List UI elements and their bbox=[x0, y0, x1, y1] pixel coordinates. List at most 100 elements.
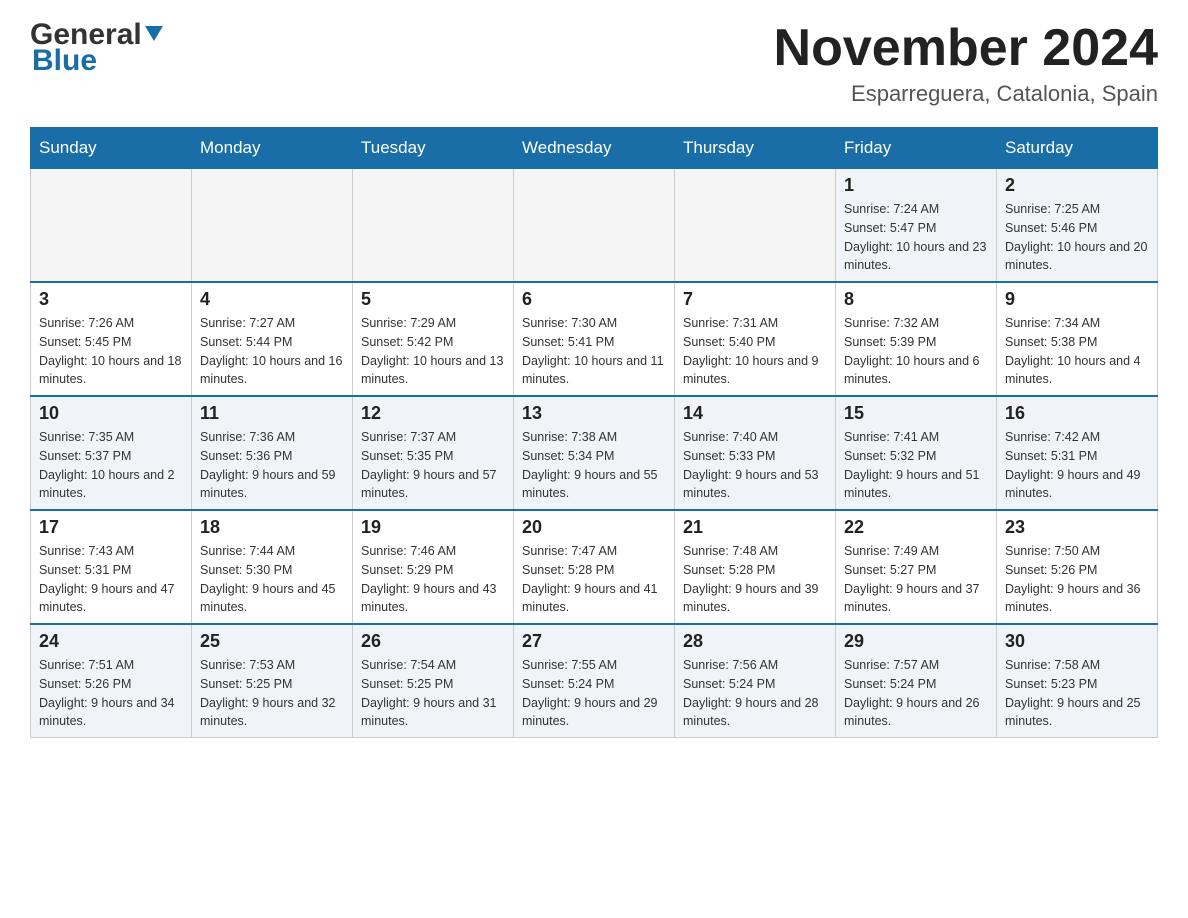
cell-week5-day3: 27 Sunrise: 7:55 AMSunset: 5:24 PMDaylig… bbox=[514, 624, 675, 738]
day-info: Sunrise: 7:54 AMSunset: 5:25 PMDaylight:… bbox=[361, 658, 497, 728]
cell-week2-day3: 6 Sunrise: 7:30 AMSunset: 5:41 PMDayligh… bbox=[514, 282, 675, 396]
day-number: 18 bbox=[200, 517, 344, 538]
cell-week3-day1: 11 Sunrise: 7:36 AMSunset: 5:36 PMDaylig… bbox=[192, 396, 353, 510]
week-row-2: 3 Sunrise: 7:26 AMSunset: 5:45 PMDayligh… bbox=[31, 282, 1158, 396]
cell-week1-day2 bbox=[353, 169, 514, 283]
day-info: Sunrise: 7:30 AMSunset: 5:41 PMDaylight:… bbox=[522, 316, 664, 386]
day-number: 29 bbox=[844, 631, 988, 652]
day-number: 27 bbox=[522, 631, 666, 652]
day-number: 28 bbox=[683, 631, 827, 652]
day-number: 13 bbox=[522, 403, 666, 424]
cell-week1-day0 bbox=[31, 169, 192, 283]
day-number: 21 bbox=[683, 517, 827, 538]
day-number: 4 bbox=[200, 289, 344, 310]
day-info: Sunrise: 7:29 AMSunset: 5:42 PMDaylight:… bbox=[361, 316, 503, 386]
cell-week3-day3: 13 Sunrise: 7:38 AMSunset: 5:34 PMDaylig… bbox=[514, 396, 675, 510]
week-row-3: 10 Sunrise: 7:35 AMSunset: 5:37 PMDaylig… bbox=[31, 396, 1158, 510]
header: General Blue November 2024 Esparreguera,… bbox=[30, 20, 1158, 107]
cell-week3-day2: 12 Sunrise: 7:37 AMSunset: 5:35 PMDaylig… bbox=[353, 396, 514, 510]
day-number: 20 bbox=[522, 517, 666, 538]
day-number: 5 bbox=[361, 289, 505, 310]
day-number: 30 bbox=[1005, 631, 1149, 652]
cell-week5-day5: 29 Sunrise: 7:57 AMSunset: 5:24 PMDaylig… bbox=[836, 624, 997, 738]
cell-week2-day6: 9 Sunrise: 7:34 AMSunset: 5:38 PMDayligh… bbox=[997, 282, 1158, 396]
cell-week2-day2: 5 Sunrise: 7:29 AMSunset: 5:42 PMDayligh… bbox=[353, 282, 514, 396]
day-info: Sunrise: 7:35 AMSunset: 5:37 PMDaylight:… bbox=[39, 430, 175, 500]
cell-week1-day1 bbox=[192, 169, 353, 283]
day-info: Sunrise: 7:57 AMSunset: 5:24 PMDaylight:… bbox=[844, 658, 980, 728]
day-info: Sunrise: 7:56 AMSunset: 5:24 PMDaylight:… bbox=[683, 658, 819, 728]
day-info: Sunrise: 7:43 AMSunset: 5:31 PMDaylight:… bbox=[39, 544, 175, 614]
day-info: Sunrise: 7:25 AMSunset: 5:46 PMDaylight:… bbox=[1005, 202, 1147, 272]
cell-week5-day2: 26 Sunrise: 7:54 AMSunset: 5:25 PMDaylig… bbox=[353, 624, 514, 738]
cell-week4-day0: 17 Sunrise: 7:43 AMSunset: 5:31 PMDaylig… bbox=[31, 510, 192, 624]
day-number: 24 bbox=[39, 631, 183, 652]
day-number: 22 bbox=[844, 517, 988, 538]
cell-week3-day0: 10 Sunrise: 7:35 AMSunset: 5:37 PMDaylig… bbox=[31, 396, 192, 510]
cell-week4-day6: 23 Sunrise: 7:50 AMSunset: 5:26 PMDaylig… bbox=[997, 510, 1158, 624]
title-area: November 2024 Esparreguera, Catalonia, S… bbox=[774, 20, 1158, 107]
day-info: Sunrise: 7:51 AMSunset: 5:26 PMDaylight:… bbox=[39, 658, 175, 728]
day-number: 23 bbox=[1005, 517, 1149, 538]
day-info: Sunrise: 7:36 AMSunset: 5:36 PMDaylight:… bbox=[200, 430, 336, 500]
cell-week3-day6: 16 Sunrise: 7:42 AMSunset: 5:31 PMDaylig… bbox=[997, 396, 1158, 510]
day-info: Sunrise: 7:38 AMSunset: 5:34 PMDaylight:… bbox=[522, 430, 658, 500]
day-number: 17 bbox=[39, 517, 183, 538]
day-info: Sunrise: 7:31 AMSunset: 5:40 PMDaylight:… bbox=[683, 316, 819, 386]
day-info: Sunrise: 7:26 AMSunset: 5:45 PMDaylight:… bbox=[39, 316, 181, 386]
day-number: 1 bbox=[844, 175, 988, 196]
week-row-1: 1 Sunrise: 7:24 AMSunset: 5:47 PMDayligh… bbox=[31, 169, 1158, 283]
day-number: 26 bbox=[361, 631, 505, 652]
cell-week4-day4: 21 Sunrise: 7:48 AMSunset: 5:28 PMDaylig… bbox=[675, 510, 836, 624]
day-number: 15 bbox=[844, 403, 988, 424]
day-number: 14 bbox=[683, 403, 827, 424]
cell-week2-day0: 3 Sunrise: 7:26 AMSunset: 5:45 PMDayligh… bbox=[31, 282, 192, 396]
logo-blue-text: Blue bbox=[32, 44, 97, 78]
cell-week1-day6: 2 Sunrise: 7:25 AMSunset: 5:46 PMDayligh… bbox=[997, 169, 1158, 283]
cell-week3-day5: 15 Sunrise: 7:41 AMSunset: 5:32 PMDaylig… bbox=[836, 396, 997, 510]
day-info: Sunrise: 7:41 AMSunset: 5:32 PMDaylight:… bbox=[844, 430, 980, 500]
cell-week2-day5: 8 Sunrise: 7:32 AMSunset: 5:39 PMDayligh… bbox=[836, 282, 997, 396]
day-info: Sunrise: 7:58 AMSunset: 5:23 PMDaylight:… bbox=[1005, 658, 1141, 728]
day-number: 16 bbox=[1005, 403, 1149, 424]
col-saturday: Saturday bbox=[997, 128, 1158, 169]
day-number: 8 bbox=[844, 289, 988, 310]
day-info: Sunrise: 7:37 AMSunset: 5:35 PMDaylight:… bbox=[361, 430, 497, 500]
day-info: Sunrise: 7:24 AMSunset: 5:47 PMDaylight:… bbox=[844, 202, 986, 272]
day-number: 9 bbox=[1005, 289, 1149, 310]
cell-week4-day1: 18 Sunrise: 7:44 AMSunset: 5:30 PMDaylig… bbox=[192, 510, 353, 624]
cell-week3-day4: 14 Sunrise: 7:40 AMSunset: 5:33 PMDaylig… bbox=[675, 396, 836, 510]
col-sunday: Sunday bbox=[31, 128, 192, 169]
cell-week5-day4: 28 Sunrise: 7:56 AMSunset: 5:24 PMDaylig… bbox=[675, 624, 836, 738]
day-number: 25 bbox=[200, 631, 344, 652]
cell-week5-day1: 25 Sunrise: 7:53 AMSunset: 5:25 PMDaylig… bbox=[192, 624, 353, 738]
day-info: Sunrise: 7:47 AMSunset: 5:28 PMDaylight:… bbox=[522, 544, 658, 614]
day-info: Sunrise: 7:44 AMSunset: 5:30 PMDaylight:… bbox=[200, 544, 336, 614]
day-number: 7 bbox=[683, 289, 827, 310]
day-number: 19 bbox=[361, 517, 505, 538]
day-info: Sunrise: 7:55 AMSunset: 5:24 PMDaylight:… bbox=[522, 658, 658, 728]
header-row: Sunday Monday Tuesday Wednesday Thursday… bbox=[31, 128, 1158, 169]
day-info: Sunrise: 7:46 AMSunset: 5:29 PMDaylight:… bbox=[361, 544, 497, 614]
cell-week4-day5: 22 Sunrise: 7:49 AMSunset: 5:27 PMDaylig… bbox=[836, 510, 997, 624]
week-row-4: 17 Sunrise: 7:43 AMSunset: 5:31 PMDaylig… bbox=[31, 510, 1158, 624]
col-friday: Friday bbox=[836, 128, 997, 169]
cell-week1-day5: 1 Sunrise: 7:24 AMSunset: 5:47 PMDayligh… bbox=[836, 169, 997, 283]
day-info: Sunrise: 7:50 AMSunset: 5:26 PMDaylight:… bbox=[1005, 544, 1141, 614]
day-number: 2 bbox=[1005, 175, 1149, 196]
day-number: 12 bbox=[361, 403, 505, 424]
day-number: 3 bbox=[39, 289, 183, 310]
day-info: Sunrise: 7:42 AMSunset: 5:31 PMDaylight:… bbox=[1005, 430, 1141, 500]
location-title: Esparreguera, Catalonia, Spain bbox=[774, 81, 1158, 107]
day-info: Sunrise: 7:49 AMSunset: 5:27 PMDaylight:… bbox=[844, 544, 980, 614]
day-number: 6 bbox=[522, 289, 666, 310]
cell-week5-day0: 24 Sunrise: 7:51 AMSunset: 5:26 PMDaylig… bbox=[31, 624, 192, 738]
day-info: Sunrise: 7:53 AMSunset: 5:25 PMDaylight:… bbox=[200, 658, 336, 728]
col-monday: Monday bbox=[192, 128, 353, 169]
calendar-table: Sunday Monday Tuesday Wednesday Thursday… bbox=[30, 127, 1158, 738]
day-number: 11 bbox=[200, 403, 344, 424]
day-info: Sunrise: 7:34 AMSunset: 5:38 PMDaylight:… bbox=[1005, 316, 1141, 386]
col-wednesday: Wednesday bbox=[514, 128, 675, 169]
cell-week4-day3: 20 Sunrise: 7:47 AMSunset: 5:28 PMDaylig… bbox=[514, 510, 675, 624]
col-thursday: Thursday bbox=[675, 128, 836, 169]
